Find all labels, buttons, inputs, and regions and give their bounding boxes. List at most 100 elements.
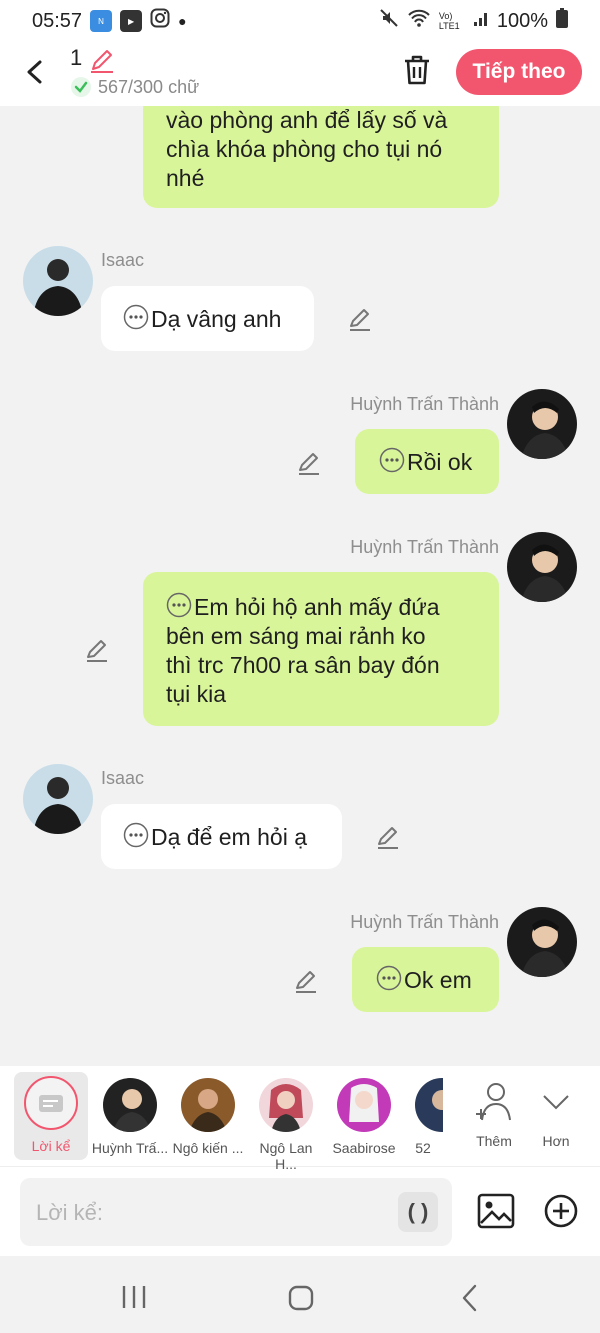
message-text: Em hỏi hộ anh mấy đứa <box>194 594 440 620</box>
character-name: 52 <box>415 1140 431 1156</box>
pencil-icon <box>299 453 319 475</box>
composer-panel: Lời kể Huỳnh Trấ... Ngô kiến ... Ngô Lan… <box>0 1066 600 1256</box>
character-option[interactable]: Ngô Lan H... <box>247 1074 325 1172</box>
edit-message-button[interactable] <box>375 824 401 855</box>
speaker-name: Huỳnh Trấn Thành <box>350 537 499 557</box>
character-avatar <box>103 1078 157 1132</box>
next-button[interactable]: Tiếp theo <box>456 49 582 95</box>
pencil-icon <box>378 827 398 849</box>
signal-icon <box>473 10 489 33</box>
novel-app-icon: N <box>90 10 113 32</box>
message-bubble[interactable]: vào phòng anh để lấy số và chìa khóa phò… <box>143 106 499 208</box>
add-button[interactable] <box>543 1193 579 1234</box>
speaker-name: Huỳnh Trấn Thành <box>350 394 499 414</box>
message-line: vào phòng anh để lấy số và <box>166 107 448 133</box>
input-row: Lời kể: ( ) <box>0 1166 600 1256</box>
character-option[interactable]: Ngô kiến ... <box>169 1074 247 1156</box>
pencil-icon <box>296 971 316 993</box>
editor-header: 1 567/300 chữ Tiếp theo <box>0 42 600 106</box>
edit-message-button[interactable] <box>296 450 322 481</box>
message-text: Ok em <box>404 967 472 993</box>
chapter-number: 1 <box>70 45 83 70</box>
speech-dots-icon <box>123 304 149 330</box>
speaker-name: Huỳnh Trấn Thành <box>350 912 499 932</box>
image-button[interactable] <box>477 1193 515 1234</box>
avatar-huynh-tran-thanh[interactable] <box>507 532 577 602</box>
video-app-icon: ▶ <box>120 10 143 32</box>
check-circle-icon <box>71 77 91 97</box>
message-line: thì trc 7h00 ra sân bay đón <box>166 652 440 678</box>
message-bubble[interactable]: Em hỏi hộ anh mấy đứa bên em sáng mai rả… <box>143 572 499 726</box>
trash-icon <box>405 55 429 85</box>
edit-title-icon[interactable] <box>88 46 116 79</box>
message-line: nhé <box>166 165 205 191</box>
message-line: Em hỏi hộ anh mấy đứa <box>166 592 499 622</box>
avatar-huynh-tran-thanh[interactable] <box>507 389 577 459</box>
narrator-option[interactable]: Lời kể <box>14 1072 88 1160</box>
wifi-icon <box>407 8 431 34</box>
speaker-name: Isaac <box>101 250 145 270</box>
notification-dot-icon: ● <box>178 13 187 29</box>
back-arrow-icon <box>27 60 42 84</box>
character-count: 567/300 chữ <box>70 76 199 98</box>
instagram-icon <box>150 8 170 34</box>
recent-apps-button[interactable] <box>120 1284 148 1315</box>
character-name: Ngô kiến ... <box>172 1140 244 1156</box>
pencil-icon <box>350 309 370 331</box>
character-avatar <box>259 1078 313 1132</box>
character-avatar <box>415 1078 443 1132</box>
speech-dots-icon <box>376 965 402 991</box>
action-parentheses-button[interactable]: ( ) <box>398 1192 438 1232</box>
expand-label: Hơn <box>542 1133 570 1149</box>
edit-message-button[interactable] <box>84 637 110 668</box>
narrator-label: Lời kể <box>31 1138 71 1154</box>
chat-area[interactable]: vào phòng anh để lấy số và chìa khóa phò… <box>0 106 600 1066</box>
volte-label: Vo) LTE1 <box>438 11 460 31</box>
home-icon <box>288 1285 314 1311</box>
status-time: 05:57 <box>32 9 83 32</box>
recent-apps-icon <box>122 1286 146 1308</box>
message-bubble[interactable]: Dạ vâng anh <box>101 286 314 351</box>
speech-dots-icon <box>379 447 405 473</box>
character-avatar <box>337 1078 391 1132</box>
character-count-text: 567/300 chữ <box>98 76 200 97</box>
expand-button[interactable]: Hơn <box>517 1074 595 1149</box>
add-person-icon <box>476 1083 511 1121</box>
system-nav-bar <box>0 1256 600 1333</box>
speech-dots-icon <box>166 592 192 618</box>
status-bar: 05:57 N ▶ ● Vo) LTE1 100% <box>0 0 600 42</box>
message-text: Dạ vâng anh <box>151 306 282 332</box>
avatar-isaac[interactable] <box>23 764 93 834</box>
message-bubble[interactable]: Dạ để em hỏi ạ <box>101 804 342 869</box>
input-placeholder: Lời kể: <box>36 1200 104 1225</box>
chevron-down-icon <box>543 1095 569 1110</box>
character-option[interactable]: Huỳnh Trấ... <box>91 1074 169 1156</box>
character-option[interactable]: 52 <box>403 1074 443 1156</box>
avatar-huynh-tran-thanh[interactable] <box>507 907 577 977</box>
avatar-isaac[interactable] <box>23 246 93 316</box>
character-name: Saabirose <box>332 1140 396 1156</box>
delete-button[interactable] <box>402 54 432 91</box>
back-button[interactable] <box>20 52 50 92</box>
mute-icon <box>379 8 399 34</box>
narrator-icon <box>24 1076 78 1130</box>
message-line: tụi kia <box>166 681 227 707</box>
edit-message-button[interactable] <box>293 968 319 999</box>
home-button[interactable] <box>287 1284 315 1317</box>
system-back-icon <box>462 1284 477 1312</box>
pencil-icon <box>87 640 107 662</box>
battery-text: 100% <box>496 9 548 32</box>
image-icon <box>477 1193 515 1229</box>
character-avatar <box>181 1078 235 1132</box>
character-selector[interactable]: Lời kể Huỳnh Trấ... Ngô kiến ... Ngô Lan… <box>0 1066 600 1172</box>
message-text: Dạ để em hỏi ạ <box>151 824 307 850</box>
message-bubble[interactable]: Rồi ok <box>355 429 499 494</box>
message-bubble[interactable]: Ok em <box>352 947 499 1012</box>
plus-circle-icon <box>544 1194 578 1228</box>
system-back-button[interactable] <box>458 1283 482 1318</box>
edit-message-button[interactable] <box>347 306 373 337</box>
battery-icon <box>556 8 568 34</box>
message-input[interactable]: Lời kể: ( ) <box>20 1178 452 1246</box>
message-line: bên em sáng mai rảnh ko <box>166 623 426 649</box>
character-option[interactable]: Saabirose <box>325 1074 403 1156</box>
